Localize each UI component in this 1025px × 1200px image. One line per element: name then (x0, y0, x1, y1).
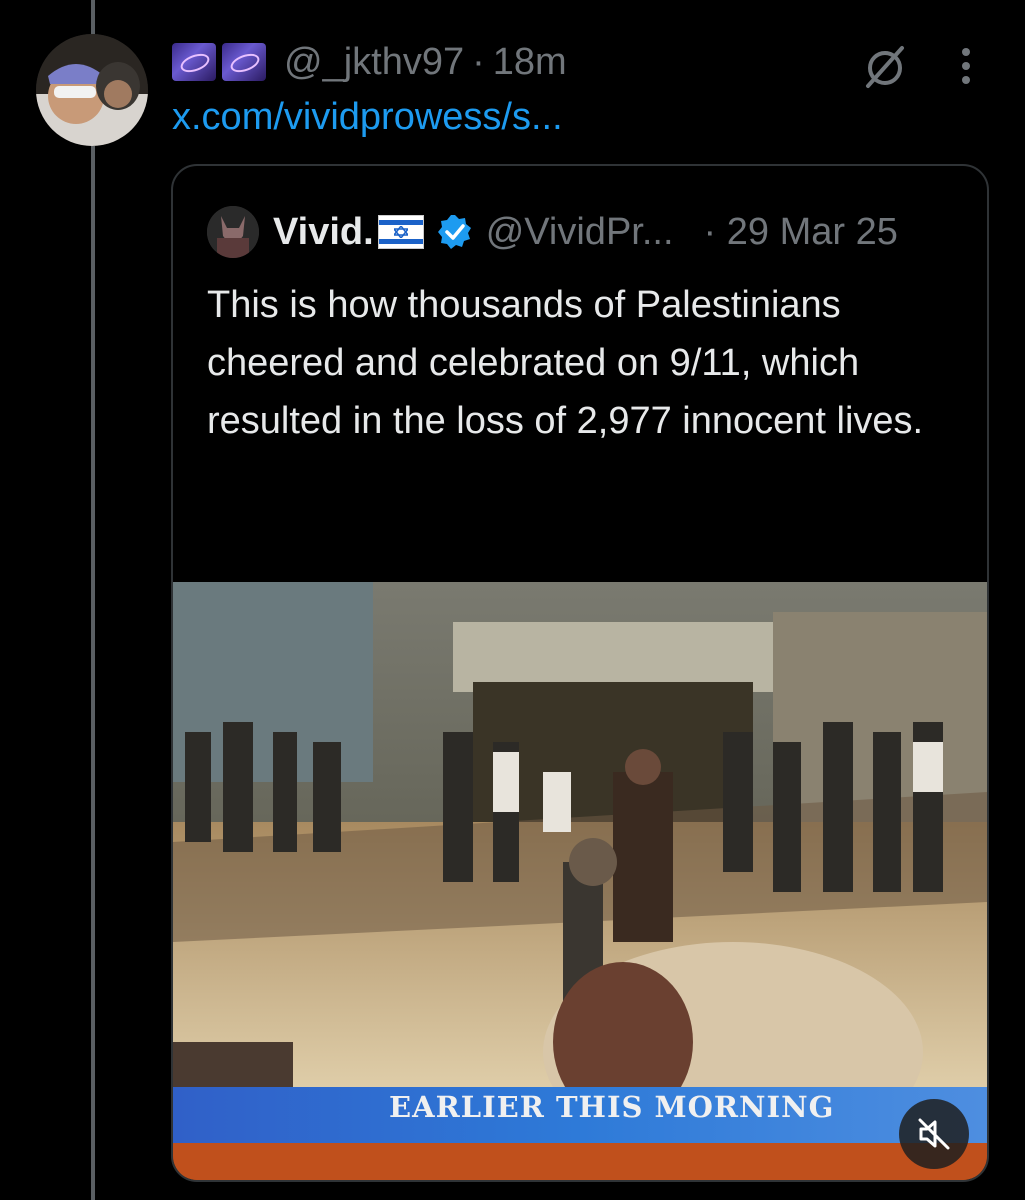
quoted-post-link[interactable]: x.com/vividprowess/s... (172, 96, 563, 139)
quoted-post-header: Vivid. @VividPr... · 29 Mar 25 (207, 206, 898, 258)
quoted-handle[interactable]: @VividPr... (486, 211, 674, 254)
quoted-display-name[interactable]: Vivid. (273, 211, 374, 254)
grok-icon[interactable] (860, 42, 910, 92)
avatar[interactable] (36, 34, 148, 146)
quoted-post-card[interactable]: Vivid. @VividPr... · 29 Mar 25 This is h… (171, 164, 989, 1182)
post-timestamp[interactable]: 18m (493, 41, 567, 84)
verified-badge-icon (437, 215, 471, 249)
israel-flag-icon (377, 215, 424, 249)
author-handle[interactable]: @_jkthv97 (284, 41, 464, 84)
unmute-button[interactable] (899, 1099, 969, 1169)
separator-dot: · (472, 40, 485, 83)
quoted-avatar[interactable] (207, 206, 259, 258)
milky-way-emoji-icon (172, 43, 216, 81)
milky-way-emoji-icon (222, 43, 266, 81)
more-options-icon[interactable] (948, 42, 984, 92)
quoted-post-text: This is how thousands of Palestinians ch… (207, 284, 924, 442)
post-header: @_jkthv97 · 18m (172, 38, 567, 86)
quoted-timestamp[interactable]: · 29 Mar 25 (704, 211, 898, 254)
speaker-muted-icon (918, 1118, 950, 1150)
video-player[interactable]: EARLIER THIS MORNING (173, 582, 987, 1180)
news-banner-text: EARLIER THIS MORNING (389, 1090, 835, 1124)
thread-connector-line (91, 0, 95, 1200)
